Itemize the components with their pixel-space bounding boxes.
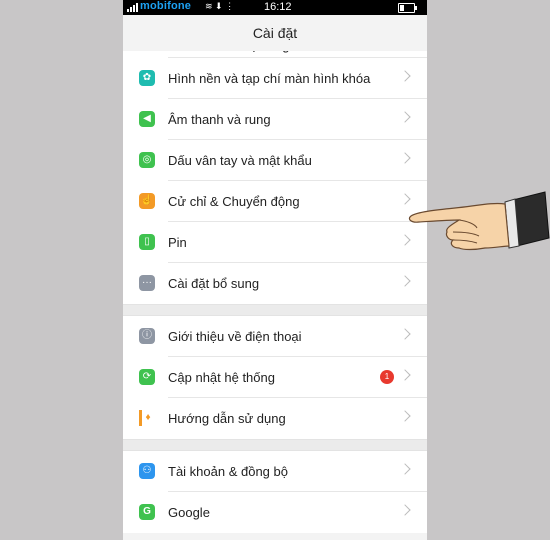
section-divider bbox=[123, 439, 427, 451]
more-icon: ··· bbox=[139, 275, 155, 291]
settings-item-battery[interactable]: ▯ Pin bbox=[123, 222, 427, 263]
settings-item-wallpaper[interactable]: ✿ Hình nền và tạp chí màn hình khóa bbox=[123, 58, 427, 99]
settings-item-user-guide[interactable]: ♦ Hướng dẫn sử dụng bbox=[123, 398, 427, 439]
guide-icon: ♦ bbox=[139, 410, 154, 426]
fingerprint-icon: ◎ bbox=[139, 152, 155, 168]
settings-item-label: Tài khoản & đồng bộ bbox=[168, 464, 288, 479]
chevron-right-icon bbox=[399, 275, 411, 287]
clock: 16:12 bbox=[264, 1, 292, 13]
settings-item-label: Cài đặt bổ sung bbox=[168, 276, 260, 291]
wallpaper-icon: ✿ bbox=[139, 70, 155, 86]
settings-item-system-update[interactable]: ⟳ Cập nhật hệ thống 1 bbox=[123, 357, 427, 398]
settings-item-label: Google bbox=[168, 505, 210, 520]
battery-status-icon bbox=[398, 3, 417, 13]
settings-item-label: Pin bbox=[168, 235, 187, 250]
settings-item-google[interactable]: G Google bbox=[123, 492, 427, 533]
pointing-hand-icon bbox=[408, 191, 550, 251]
account-icon: ⚇ bbox=[139, 463, 155, 479]
chevron-right-icon bbox=[399, 504, 411, 516]
settings-item-label: Dấu vân tay và mật khẩu bbox=[168, 153, 312, 168]
battery-icon: ▯ bbox=[139, 234, 155, 250]
settings-item-label: Cử chỉ & Chuyển động bbox=[168, 194, 300, 209]
status-icons: ≋ ⬇ ⋮ bbox=[205, 1, 235, 11]
section-divider bbox=[123, 304, 427, 316]
settings-list: ▭ Màn hình và độ sáng ✿ Hình nền và tạp … bbox=[123, 30, 427, 533]
chevron-right-icon bbox=[399, 463, 411, 475]
status-bar: mobifone ≋ ⬇ ⋮ 16:12 bbox=[123, 0, 427, 15]
chevron-right-icon bbox=[399, 369, 411, 381]
signal-icon bbox=[127, 3, 138, 12]
settings-item-gesture[interactable]: ☝ Cử chỉ & Chuyển động bbox=[123, 181, 427, 222]
chevron-right-icon bbox=[399, 410, 411, 422]
info-icon: ⓘ bbox=[139, 328, 155, 344]
settings-item-label: Giới thiệu về điện thoại bbox=[168, 329, 302, 344]
carrier-name: mobifone bbox=[140, 0, 192, 12]
google-icon: G bbox=[139, 504, 155, 520]
settings-item-label: Hướng dẫn sử dụng bbox=[168, 411, 286, 426]
settings-screen: ▭ Màn hình và độ sáng ✿ Hình nền và tạp … bbox=[123, 0, 427, 540]
settings-item-label: Hình nền và tạp chí màn hình khóa bbox=[168, 71, 371, 86]
settings-item-about-phone[interactable]: ⓘ Giới thiệu về điện thoại bbox=[123, 316, 427, 357]
chevron-right-icon bbox=[399, 111, 411, 123]
page-title: Cài đặt bbox=[123, 15, 427, 51]
settings-group-accounts: ⚇ Tài khoản & đồng bộ G Google bbox=[123, 451, 427, 533]
settings-item-sound[interactable]: ◀ Âm thanh và rung bbox=[123, 99, 427, 140]
settings-item-fingerprint[interactable]: ◎ Dấu vân tay và mật khẩu bbox=[123, 140, 427, 181]
settings-item-label: Âm thanh và rung bbox=[168, 112, 271, 127]
gesture-icon: ☝ bbox=[139, 193, 155, 209]
chevron-right-icon bbox=[399, 152, 411, 164]
settings-item-label: Cập nhật hệ thống bbox=[168, 370, 275, 385]
update-icon: ⟳ bbox=[139, 369, 155, 385]
chevron-right-icon bbox=[399, 328, 411, 340]
settings-group-display: ▭ Màn hình và độ sáng ✿ Hình nền và tạp … bbox=[123, 30, 427, 304]
chevron-right-icon bbox=[399, 70, 411, 82]
settings-group-about: ⓘ Giới thiệu về điện thoại ⟳ Cập nhật hệ… bbox=[123, 316, 427, 439]
settings-item-additional[interactable]: ··· Cài đặt bổ sung bbox=[123, 263, 427, 304]
sound-icon: ◀ bbox=[139, 111, 155, 127]
settings-item-accounts-sync[interactable]: ⚇ Tài khoản & đồng bộ bbox=[123, 451, 427, 492]
notification-badge: 1 bbox=[380, 370, 394, 384]
